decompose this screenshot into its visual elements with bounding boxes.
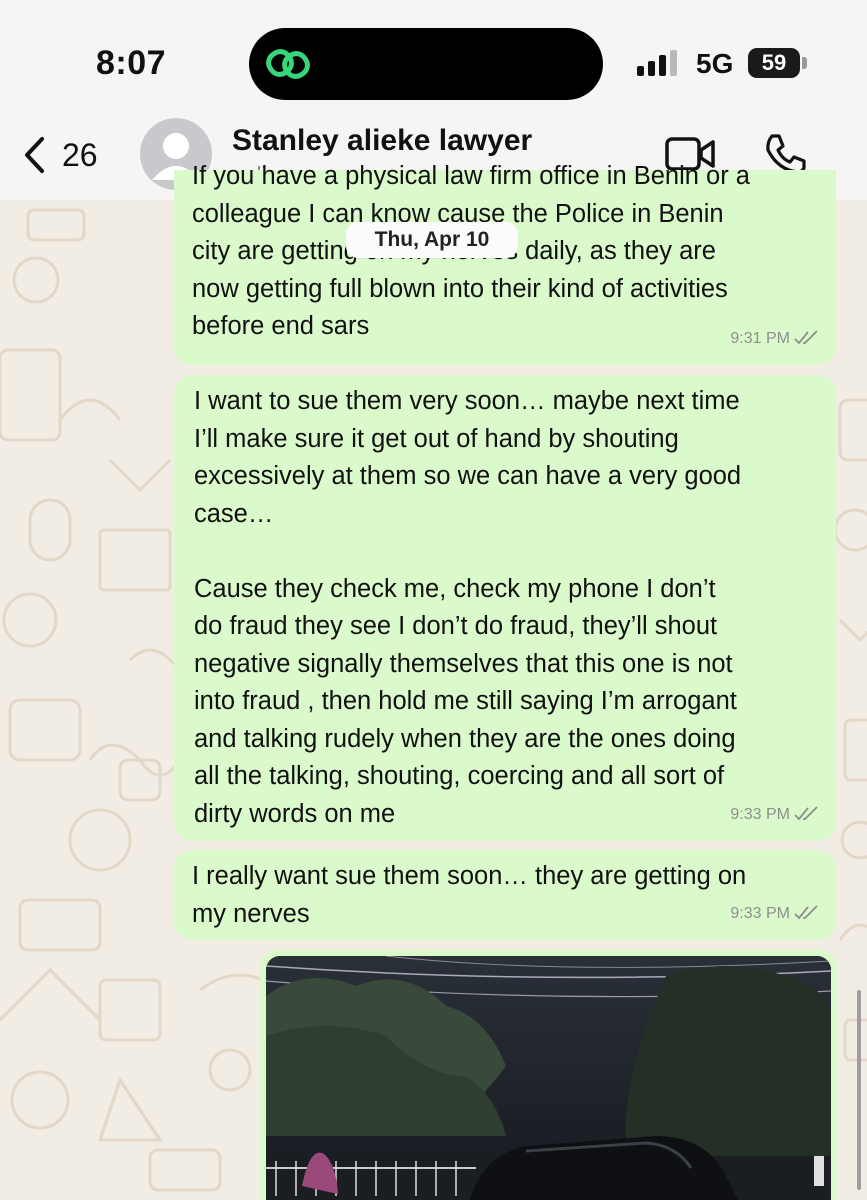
scrollbar[interactable]	[857, 990, 861, 1190]
message-bubble-outgoing[interactable]: If you have a physical law firm office i…	[174, 162, 836, 365]
message-meta: 9:31 PM	[730, 320, 820, 358]
back-button[interactable]: 26	[22, 132, 112, 178]
image-message-bubble[interactable]	[260, 950, 837, 1200]
message-time: 9:31 PM	[730, 329, 790, 347]
message-time: 9:33 PM	[730, 805, 790, 823]
message-meta: 9:33 PM	[730, 796, 820, 834]
status-time: 8:07	[96, 44, 167, 82]
read-receipt-icon	[794, 806, 818, 821]
message-text: I want to sue them very soon… maybe next…	[194, 387, 742, 828]
network-type: 5G	[696, 48, 734, 79]
status-bar: 8:07 5G 59	[0, 0, 867, 118]
battery-level: 59	[748, 48, 800, 78]
photo-attachment[interactable]	[266, 956, 831, 1200]
contact-name[interactable]: Stanley alieke lawyer	[232, 124, 532, 158]
read-receipt-icon	[794, 905, 818, 920]
date-divider: Thu, Apr 10	[346, 222, 518, 258]
battery-tip	[802, 57, 807, 69]
message-bubble-outgoing[interactable]: I want to sue them very soon… maybe next…	[174, 375, 836, 841]
app-link-icon	[266, 49, 310, 79]
message-bubble-outgoing[interactable]: I really want sue them soon… they are ge…	[174, 850, 836, 940]
message-text: I really want sue them soon… they are ge…	[192, 862, 747, 928]
back-chevron-icon	[25, 137, 44, 173]
dynamic-island	[249, 28, 603, 100]
signal-icon	[637, 50, 677, 76]
message-meta: 9:33 PM	[730, 895, 820, 933]
message-time: 9:33 PM	[730, 904, 790, 922]
read-receipt-icon	[794, 330, 818, 345]
unread-count: 26	[62, 136, 98, 173]
